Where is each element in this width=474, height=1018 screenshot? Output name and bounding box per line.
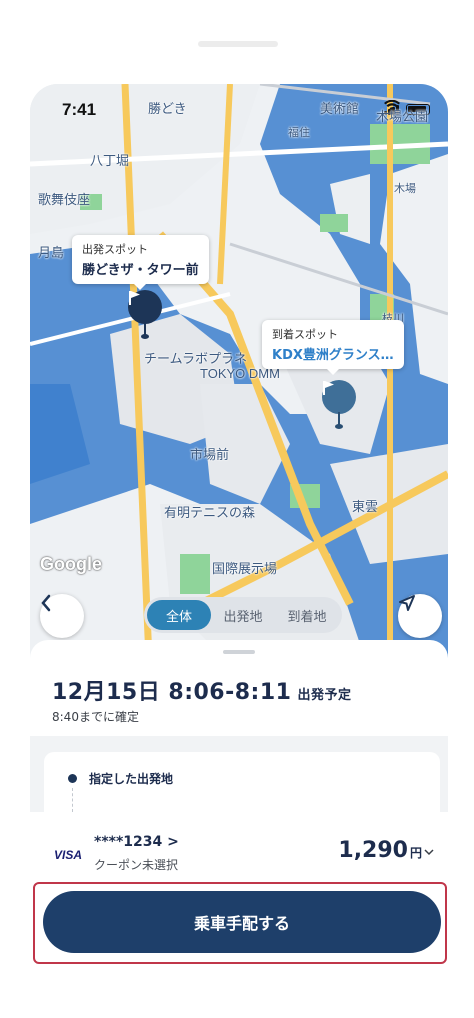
segment-departure[interactable]: 出発地 [211,600,275,630]
arrival-pin[interactable] [322,380,358,432]
departure-time-row: 12月15日 8:06-8:11 出発予定 [52,674,351,706]
coupon-selector[interactable]: クーポン未選択 [94,856,178,873]
map-label-kachidoki-station: 勝どき [148,101,187,116]
map-label-museum: 美術館 [320,101,360,116]
sheet-grabber[interactable] [223,650,255,654]
chevron-left-icon [41,594,51,612]
segment-all[interactable]: 全体 [147,600,211,630]
fare-amount[interactable]: 1,290 円 [338,838,422,863]
route-connector [72,788,73,812]
arrival-name: KDX豊洲グランス… [272,348,394,363]
map-label-kabukiza: 歌舞伎座 [38,192,91,207]
current-location-button[interactable] [398,594,442,638]
fare-unit: 円 [409,846,422,860]
departure-callout[interactable]: 出発スポット 勝どきザ・タワー前 [72,235,209,290]
map-label-shijomae: 市場前 [190,447,230,462]
departure-pin[interactable] [128,290,164,342]
departure-suffix: 出発予定 [297,688,352,703]
departure-name: 勝どきザ・タワー前 [82,263,199,278]
map-label-kiba-park: 木場公園 [376,109,429,124]
card-selector[interactable]: ****1234 > [94,834,179,850]
map-label-teamlab: チームラボプラネ [144,351,247,366]
map-background [30,84,448,684]
map-label-shinonome: 東雲 [352,499,379,514]
back-button[interactable] [40,594,84,638]
fare-value: 1,290 [338,838,408,863]
arrival-callout[interactable]: 到着スポット KDX豊洲グランス… [262,320,404,375]
confirm-note: 8:40までに確定 [52,710,139,724]
departure-caption: 出発スポット [82,243,148,256]
top-handle [198,41,278,47]
map-label-fukuzumi: 福住 [288,127,310,139]
payment-bar: VISA ****1234 > クーポン未選択 1,290 円 [0,812,474,882]
map-label-ariake-tennis: 有明テニスの森 [164,505,256,520]
view-segmented-control[interactable]: 全体 出発地 到着地 [144,597,342,633]
map-label-kiba: 木場 [394,183,416,195]
flag-icon [322,380,356,414]
request-ride-button[interactable]: 乗車手配する [43,891,441,953]
map-view[interactable]: 7:41 歌舞伎座 月島 八丁堀 勝どき 美術館 木場公園 木場 福住 枝川 チ… [30,84,448,684]
location-label: 指定した出発地 [89,772,174,786]
bottom-sheet: 12月15日 8:06-8:11 出発予定 8:40までに確定 指定した出発地 [30,640,448,829]
location-arrow-icon [399,595,415,611]
visa-logo: VISA [54,848,83,862]
map-label-big-sight: 国際展示場 [212,561,278,576]
flag-icon [128,290,162,324]
map-label-hatchobori: 八丁堀 [90,153,130,168]
chevron-down-icon[interactable] [424,848,434,856]
arrival-caption: 到着スポット [272,328,338,341]
map-label-tsukishima: 月島 [38,245,65,260]
departure-time: 12月15日 8:06-8:11 [52,680,292,705]
segment-arrival[interactable]: 到着地 [275,600,339,630]
google-logo: Google [40,554,102,574]
status-time: 7:41 [62,100,97,119]
origin-dot-icon [68,774,77,783]
phone-screen: 7:41 歌舞伎座 月島 八丁堀 勝どき 美術館 木場公園 木場 福住 枝川 チ… [30,84,448,829]
